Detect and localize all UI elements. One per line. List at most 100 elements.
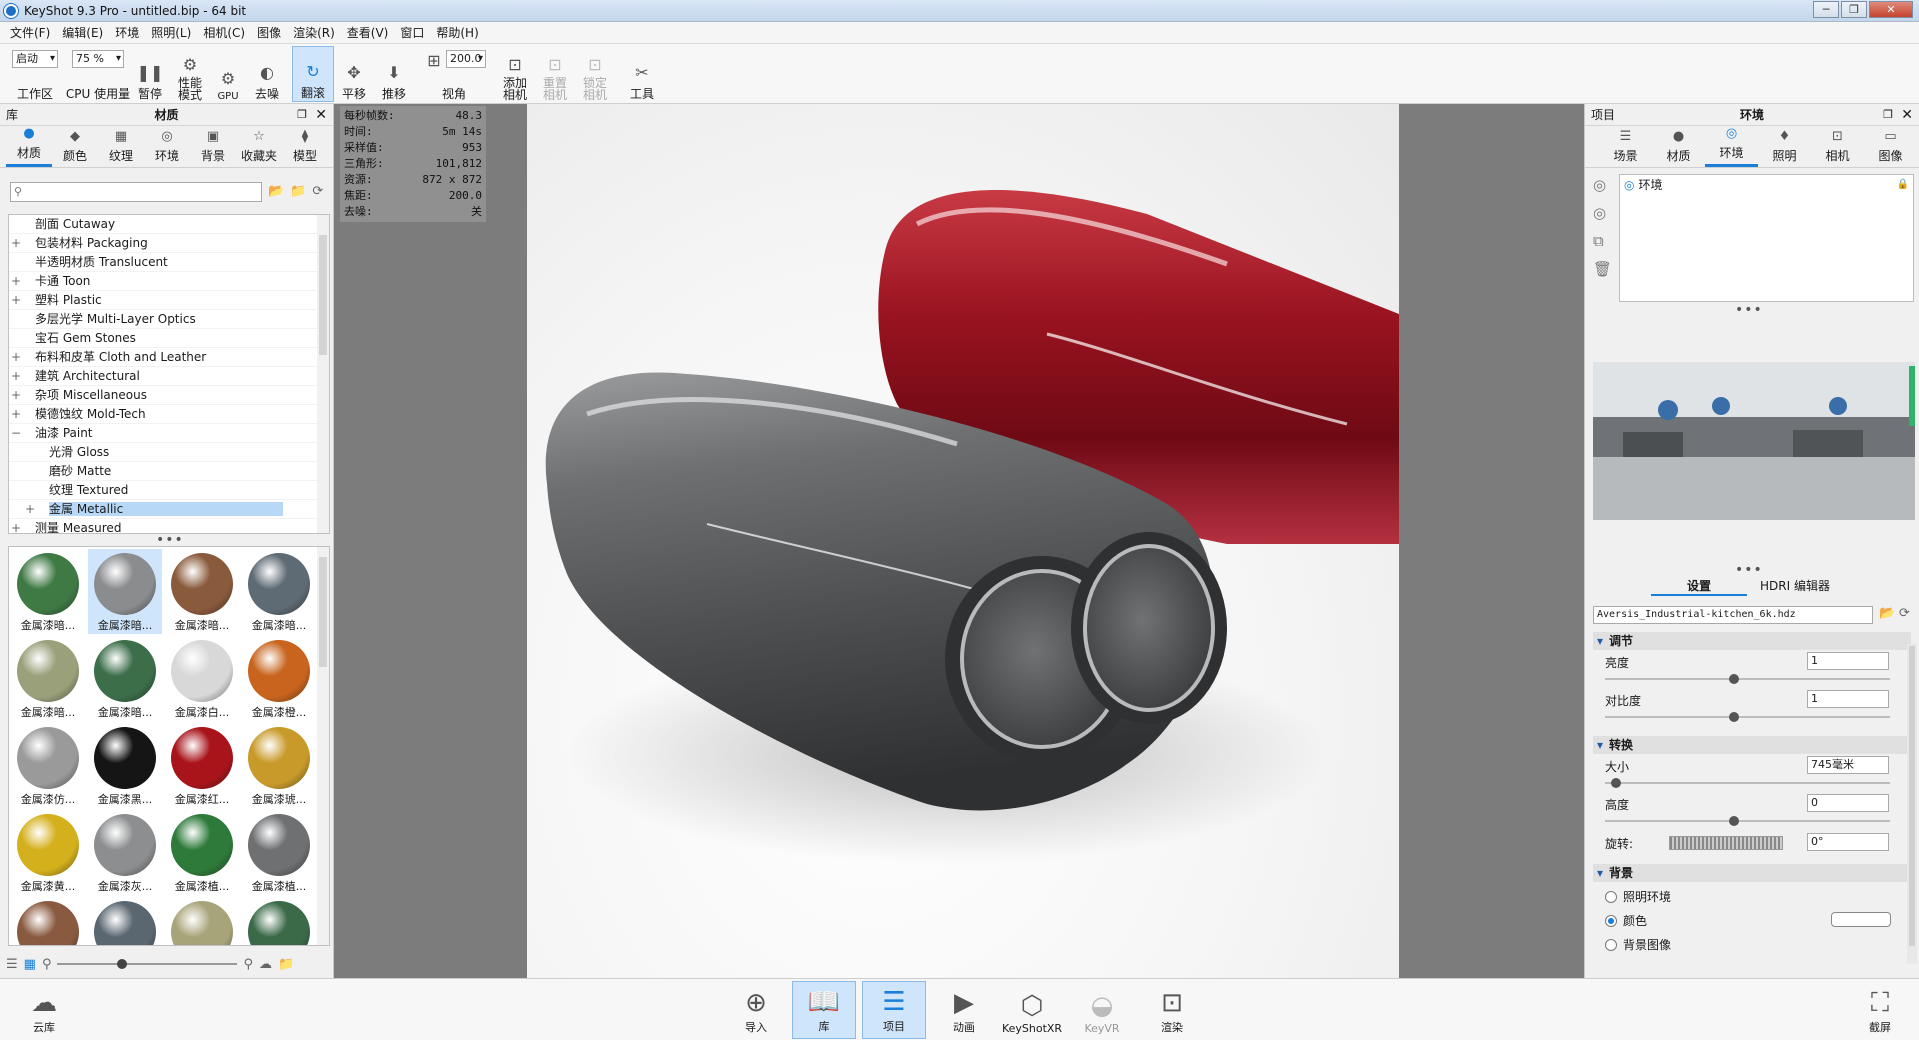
menu-environment[interactable]: 环境 bbox=[109, 24, 145, 41]
height-input[interactable]: 0 bbox=[1807, 794, 1889, 812]
grid-scrollbar[interactable] bbox=[317, 547, 329, 945]
expand-toggle-icon[interactable]: + bbox=[11, 234, 21, 253]
slider-knob[interactable] bbox=[117, 959, 128, 969]
tumble-button[interactable]: ↻ 翻滚 bbox=[292, 46, 334, 102]
radio-lighting[interactable] bbox=[1605, 890, 1617, 903]
float-icon[interactable]: ❐ bbox=[297, 108, 307, 121]
tab-image[interactable]: ▭ 图像 bbox=[1864, 126, 1917, 167]
properties-scrollbar[interactable] bbox=[1907, 644, 1917, 964]
import-button[interactable]: ⊕ 导入 bbox=[724, 981, 788, 1039]
float-icon[interactable]: ❐ bbox=[1883, 108, 1893, 121]
menu-camera[interactable]: 相机(C) bbox=[197, 24, 251, 41]
pause-button[interactable]: ❚❚ 暂停 bbox=[134, 46, 166, 102]
screenshot-button[interactable]: ⛶ 截屏 bbox=[1848, 981, 1912, 1039]
environment-list-item[interactable]: ◎ 环境 🔒 bbox=[1620, 175, 1913, 195]
rotation-dial[interactable] bbox=[1669, 836, 1783, 850]
gpu-button[interactable]: ⚙ GPU bbox=[212, 46, 244, 103]
tree-item[interactable]: 纹理 Textured bbox=[9, 481, 329, 500]
tree-item[interactable]: + 卡通 Toon bbox=[9, 272, 329, 291]
size-input[interactable]: 745毫米 bbox=[1807, 756, 1889, 774]
tab-backplates[interactable]: ▣ 背景 bbox=[190, 126, 236, 167]
keyvr-button[interactable]: ◒ KeyVR bbox=[1070, 981, 1134, 1039]
splitter-handle[interactable]: ••• bbox=[1735, 302, 1763, 318]
material-swatch[interactable]: 金属漆暗... bbox=[11, 636, 85, 721]
bg-option-color[interactable]: 颜色 bbox=[1605, 912, 1647, 929]
contrast-slider[interactable] bbox=[1605, 712, 1890, 722]
material-swatch[interactable]: 金属漆暗... bbox=[88, 636, 162, 721]
expand-toggle-icon[interactable]: + bbox=[25, 500, 35, 519]
cloud-upload-icon[interactable]: ☁ bbox=[259, 957, 272, 972]
import-folder-icon[interactable]: 📁 bbox=[278, 957, 294, 972]
material-swatch[interactable] bbox=[11, 897, 85, 945]
open-folder-icon[interactable]: 📂 bbox=[1879, 606, 1895, 621]
material-swatch[interactable] bbox=[88, 897, 162, 945]
menu-image[interactable]: 图像 bbox=[251, 24, 287, 41]
section-background[interactable]: 背景 bbox=[1593, 864, 1911, 882]
material-swatch[interactable]: 金属漆植... bbox=[165, 810, 239, 895]
tree-item[interactable]: + 建筑 Architectural bbox=[9, 367, 329, 386]
grid-view-icon[interactable]: ▦ bbox=[24, 957, 36, 972]
open-folder-icon[interactable]: 📂 bbox=[268, 184, 284, 199]
menu-file[interactable]: 文件(F) bbox=[4, 24, 56, 41]
rotation-input[interactable]: 0° bbox=[1807, 833, 1889, 851]
close-panel-icon[interactable]: ✕ bbox=[315, 107, 327, 123]
hdri-scrollbar[interactable] bbox=[1909, 366, 1915, 426]
expand-toggle-icon[interactable]: + bbox=[11, 405, 21, 424]
lock-camera-button[interactable]: ⊡ 锁定 相机 bbox=[576, 46, 614, 102]
menu-help[interactable]: 帮助(H) bbox=[430, 24, 484, 41]
thumbnail-size-slider[interactable] bbox=[57, 959, 238, 969]
expand-toggle-icon[interactable]: + bbox=[11, 348, 21, 367]
tree-item[interactable]: − 油漆 Paint bbox=[9, 424, 329, 443]
tree-item[interactable]: + 杂项 Miscellaneous bbox=[9, 386, 329, 405]
material-swatch[interactable]: 金属漆植... bbox=[242, 810, 316, 895]
menu-render[interactable]: 渲染(R) bbox=[287, 24, 341, 41]
material-swatch[interactable]: 金属漆仿... bbox=[11, 723, 85, 808]
brightness-input[interactable]: 1 bbox=[1807, 652, 1889, 670]
tree-item[interactable]: 剖面 Cutaway bbox=[9, 215, 329, 234]
bg-option-image[interactable]: 背景图像 bbox=[1605, 936, 1671, 953]
tab-environments[interactable]: ◎ 环境 bbox=[144, 126, 190, 167]
tree-item[interactable]: 半透明材质 Translucent bbox=[9, 253, 329, 272]
tab-colors[interactable]: ◆ 颜色 bbox=[52, 126, 98, 167]
tree-item[interactable]: + 布料和皮革 Cloth and Leather bbox=[9, 348, 329, 367]
slider-knob[interactable] bbox=[1728, 674, 1739, 684]
copy-environment-icon[interactable]: ⧉ bbox=[1593, 232, 1612, 250]
section-transform[interactable]: 转换 bbox=[1593, 736, 1911, 754]
refresh-icon[interactable]: ⟳ bbox=[1899, 606, 1910, 621]
material-swatch[interactable] bbox=[242, 897, 316, 945]
tab-material[interactable]: ● 材质 bbox=[1652, 126, 1705, 167]
tree-item[interactable]: + 金属 Metallic bbox=[9, 500, 329, 519]
reset-camera-button[interactable]: ⊡ 重置 相机 bbox=[536, 46, 574, 102]
delete-icon[interactable]: 🗑 bbox=[1593, 260, 1612, 278]
lock-icon[interactable]: 🔒 bbox=[1897, 175, 1909, 195]
render-viewport[interactable]: 每秒帧数: 48.3 时间: 5m 14s 采样值: 953 三角形: 101,812 资源: 8… bbox=[334, 104, 1584, 978]
tab-textures[interactable]: ▦ 纹理 bbox=[98, 126, 144, 167]
size-slider[interactable] bbox=[1605, 778, 1890, 788]
expand-toggle-icon[interactable]: + bbox=[11, 386, 21, 405]
tab-materials[interactable]: ● 材质 bbox=[6, 126, 52, 167]
close-button[interactable]: ✕ bbox=[1869, 1, 1913, 18]
background-color-swatch[interactable] bbox=[1831, 912, 1891, 927]
material-swatch[interactable]: 金属漆暗... bbox=[165, 549, 239, 634]
tree-item[interactable]: + 模德蚀纹 Mold-Tech bbox=[9, 405, 329, 424]
radio-color[interactable] bbox=[1605, 914, 1617, 927]
expand-toggle-icon[interactable]: + bbox=[11, 272, 21, 291]
close-panel-icon[interactable]: ✕ bbox=[1901, 107, 1913, 123]
tree-item[interactable]: + 包装材料 Packaging bbox=[9, 234, 329, 253]
material-swatch[interactable]: 金属漆暗... bbox=[88, 549, 162, 634]
duplicate-environment-icon[interactable]: ◎ bbox=[1593, 204, 1612, 222]
render-button[interactable]: ⊡ 渲染 bbox=[1140, 981, 1204, 1039]
list-view-icon[interactable]: ☰ bbox=[6, 957, 18, 972]
bg-option-lighting[interactable]: 照明环境 bbox=[1605, 888, 1671, 905]
slider-knob[interactable] bbox=[1728, 712, 1739, 722]
material-swatch[interactable]: 金属漆灰... bbox=[88, 810, 162, 895]
project-toggle-button[interactable]: ☰ 项目 bbox=[862, 981, 926, 1039]
contrast-input[interactable]: 1 bbox=[1807, 690, 1889, 708]
expand-toggle-icon[interactable]: − bbox=[11, 424, 21, 443]
expand-toggle-icon[interactable]: + bbox=[11, 367, 21, 386]
height-slider[interactable] bbox=[1605, 816, 1890, 826]
slider-knob[interactable] bbox=[1728, 816, 1739, 826]
radio-image[interactable] bbox=[1605, 938, 1617, 951]
render-canvas[interactable] bbox=[527, 104, 1399, 978]
hdri-preview[interactable] bbox=[1593, 362, 1915, 520]
